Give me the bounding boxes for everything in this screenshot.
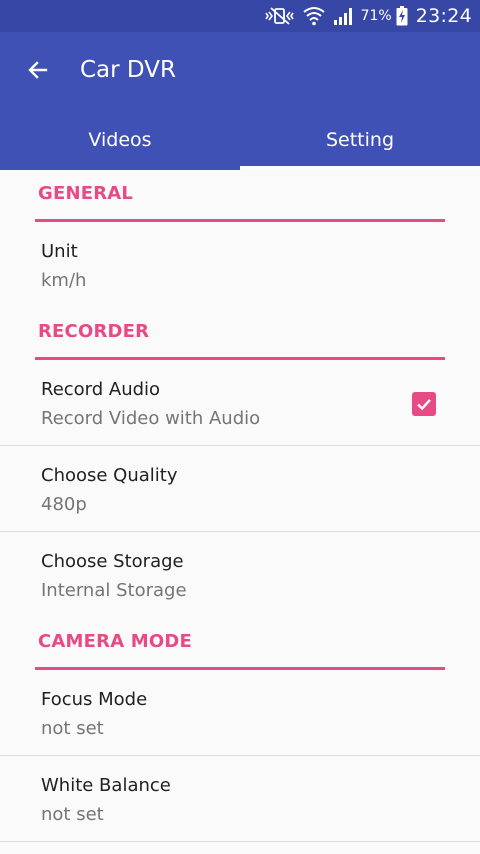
page-title: Car DVR [80, 57, 176, 83]
section-header-general: GENERAL [35, 170, 445, 222]
section-title: GENERAL [38, 183, 134, 204]
pref-focus-mode[interactable]: Focus Mode not set [0, 670, 480, 756]
mute-vibrate-icon [264, 7, 295, 25]
pref-title: White Balance [41, 775, 171, 796]
section-header-recorder: RECORDER [35, 308, 445, 360]
pref-title: Focus Mode [41, 689, 148, 710]
back-button[interactable] [22, 54, 54, 86]
pref-summary: Internal Storage [41, 580, 187, 601]
section-title: RECORDER [38, 321, 150, 342]
pref-white-balance[interactable]: White Balance not set [0, 756, 480, 842]
settings-list[interactable]: GENERAL Unit km/h RECORDER Record Audio … [0, 170, 480, 854]
wifi-icon [302, 6, 325, 26]
pref-unit[interactable]: Unit km/h [0, 222, 480, 308]
pref-summary: 480p [41, 494, 87, 515]
arrow-back-icon [26, 58, 50, 82]
pref-summary: Record Video with Audio [41, 408, 261, 429]
pref-summary: not set [41, 804, 104, 825]
checkmark-icon [415, 395, 433, 413]
pref-title: Choose Quality [41, 465, 178, 486]
section-header-camera-mode: CAMERA MODE [35, 618, 445, 670]
pref-title: Choose Storage [41, 551, 184, 572]
battery-charging-icon [396, 6, 408, 26]
pref-choose-quality[interactable]: Choose Quality 480p [0, 446, 480, 532]
pref-summary: km/h [41, 270, 87, 291]
section-title: CAMERA MODE [38, 631, 193, 652]
tab-setting[interactable]: Setting [240, 114, 480, 170]
signal-icon [333, 7, 355, 25]
pref-title: Record Audio [41, 379, 161, 400]
app-bar: Car DVR Videos Setting [0, 32, 480, 170]
tab-videos[interactable]: Videos [0, 114, 240, 170]
tab-label: Videos [88, 129, 152, 151]
clock: 23:24 [415, 5, 472, 27]
tab-label: Setting [325, 129, 395, 151]
record-audio-checkbox[interactable] [412, 392, 436, 416]
pref-summary: not set [41, 718, 104, 739]
battery-percent: 71% [360, 8, 392, 24]
pref-record-audio[interactable]: Record Audio Record Video with Audio [0, 360, 480, 446]
pref-choose-storage[interactable]: Choose Storage Internal Storage [0, 532, 480, 618]
tab-bar: Videos Setting [0, 114, 480, 170]
pref-title: Unit [41, 241, 78, 262]
status-bar: 71% 23:24 [0, 0, 480, 32]
